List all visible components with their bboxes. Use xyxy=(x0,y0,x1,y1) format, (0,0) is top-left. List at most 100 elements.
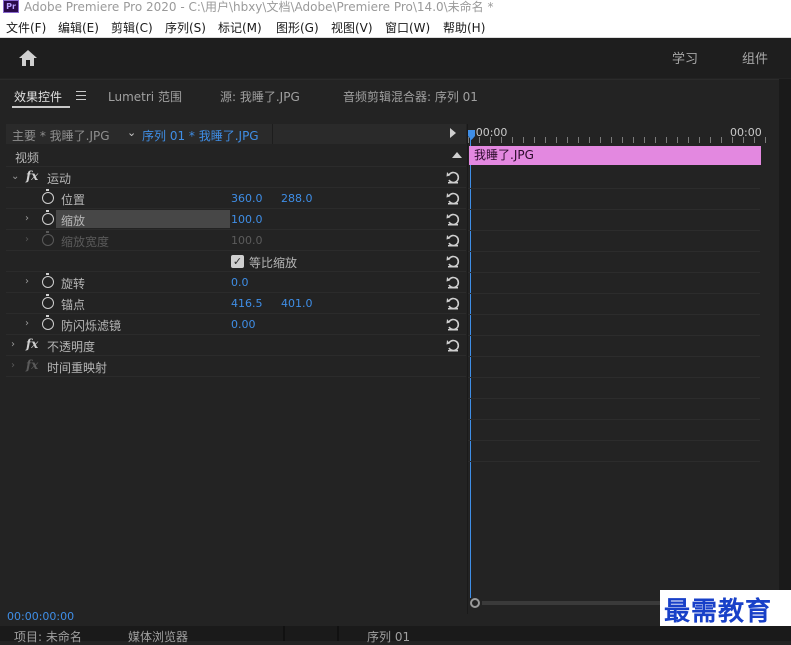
window-titlebar: Pr Adobe Premiere Pro 2020 - C:\用户\hbxy\… xyxy=(0,0,791,16)
panel-tab-bar: 效果控件 Lumetri 范围 源: 我睡了.JPG 音频剪辑混合器: 序列 0… xyxy=(0,80,779,120)
stopwatch-icon[interactable] xyxy=(42,294,54,309)
timeline-rows xyxy=(468,168,760,468)
property-scale: › 缩放 100.0 xyxy=(6,209,466,230)
home-icon[interactable] xyxy=(18,49,38,67)
chevron-down-icon[interactable]: ⌄ xyxy=(127,126,136,139)
menu-help[interactable]: 帮助(H) xyxy=(443,19,485,36)
reset-icon[interactable] xyxy=(446,233,460,247)
timeline-clip[interactable]: 我睡了.JPG xyxy=(469,146,761,165)
toggle-timeline-icon[interactable] xyxy=(450,128,456,138)
effect-timeline: :00:00 00:00 我睡了.JPG xyxy=(467,124,766,614)
menu-markers[interactable]: 标记(M) xyxy=(218,19,262,36)
stopwatch-icon[interactable] xyxy=(42,273,54,288)
uniform-scale-checkbox[interactable]: ✓ xyxy=(231,255,244,268)
property-scale-width: › 缩放宽度 100.0 xyxy=(6,230,466,251)
property-anti-flicker: › 防闪烁滤镜 0.00 xyxy=(6,314,466,335)
menu-view[interactable]: 视图(V) xyxy=(331,19,373,36)
property-uniform-scale: ✓ 等比缩放 xyxy=(6,251,466,272)
menu-file[interactable]: 文件(F) xyxy=(6,19,46,36)
effect-opacity[interactable]: › fx 不透明度 xyxy=(6,335,466,356)
effect-motion[interactable]: ⌄ fx 运动 xyxy=(6,167,466,188)
premiere-logo-icon: Pr xyxy=(3,0,19,13)
master-clip-label[interactable]: 主要 * 我睡了.JPG xyxy=(12,127,110,144)
tab-sequence[interactable]: 序列 01 xyxy=(367,628,410,645)
clip-selector-row: 主要 * 我睡了.JPG ⌄ 序列 01 * 我睡了.JPG xyxy=(6,124,466,144)
reset-icon[interactable] xyxy=(446,296,460,310)
motion-label: 运动 xyxy=(47,172,72,186)
current-timecode[interactable]: 00:00:00:00 xyxy=(7,610,74,623)
scroll-up-icon[interactable] xyxy=(452,152,462,158)
panel-menu-icon[interactable] xyxy=(76,91,86,100)
position-label: 位置 xyxy=(61,193,86,207)
expand-chevron-icon[interactable]: › xyxy=(11,360,15,371)
scale-width-label: 缩放宽度 xyxy=(61,235,110,249)
menu-clip[interactable]: 剪辑(C) xyxy=(111,19,153,36)
expand-chevron-icon[interactable]: › xyxy=(11,339,15,350)
menu-edit[interactable]: 编辑(E) xyxy=(58,19,99,36)
stopwatch-icon xyxy=(42,231,54,246)
anti-flicker-label: 防闪烁滤镜 xyxy=(61,319,122,333)
right-panel-gutter xyxy=(779,79,791,625)
workspace-assembly[interactable]: 组件 xyxy=(742,48,768,67)
expand-chevron-icon[interactable]: › xyxy=(25,318,29,329)
effect-controls-panel: 效果控件 Lumetri 范围 源: 我睡了.JPG 音频剪辑混合器: 序列 0… xyxy=(0,79,779,626)
sequence-clip-label[interactable]: 序列 01 * 我睡了.JPG xyxy=(142,127,259,144)
rotation-label: 旋转 xyxy=(61,277,86,291)
time-remap-label: 时间重映射 xyxy=(47,361,108,375)
window-title: Adobe Premiere Pro 2020 - C:\用户\hbxy\文档\… xyxy=(24,0,494,14)
stopwatch-icon[interactable] xyxy=(42,189,54,204)
fx-icon[interactable]: fx xyxy=(26,337,38,351)
stopwatch-icon[interactable] xyxy=(42,210,54,225)
opacity-label: 不透明度 xyxy=(47,340,96,354)
stopwatch-icon[interactable] xyxy=(42,315,54,330)
position-y-value[interactable]: 288.0 xyxy=(281,192,313,205)
time-ruler[interactable]: :00:00 00:00 xyxy=(468,124,766,144)
expand-chevron-icon[interactable]: ⌄ xyxy=(11,171,19,182)
menu-window[interactable]: 窗口(W) xyxy=(385,19,430,36)
anchor-y-value[interactable]: 401.0 xyxy=(281,297,313,310)
divider xyxy=(272,124,273,144)
tab-media-browser[interactable]: 媒体浏览器 xyxy=(128,628,188,645)
reset-icon[interactable] xyxy=(446,212,460,226)
workspace-bar: 学习 组件 xyxy=(0,38,791,78)
tab-project[interactable]: 项目: 未命名 xyxy=(14,628,82,645)
expand-chevron-icon: › xyxy=(25,234,29,245)
effect-time-remapping[interactable]: › fx 时间重映射 xyxy=(6,356,466,377)
reset-icon[interactable] xyxy=(446,338,460,352)
rotation-value[interactable]: 0.0 xyxy=(231,276,249,289)
tab-audio-clip-mixer[interactable]: 音频剪辑混合器: 序列 01 xyxy=(343,88,478,105)
property-position: 位置 360.0 288.0 xyxy=(6,188,466,209)
watermark-text: 最需教育 xyxy=(664,597,773,627)
divider xyxy=(337,626,339,641)
ruler-ticks xyxy=(468,137,766,143)
menu-sequence[interactable]: 序列(S) xyxy=(165,19,206,36)
property-anchor-point: 锚点 416.5 401.0 xyxy=(6,293,466,314)
reset-icon[interactable] xyxy=(446,191,460,205)
divider xyxy=(283,626,285,641)
reset-icon[interactable] xyxy=(446,275,460,289)
tab-source[interactable]: 源: 我睡了.JPG xyxy=(220,88,300,105)
reset-icon[interactable] xyxy=(446,254,460,268)
tab-effect-controls[interactable]: 效果控件 xyxy=(14,88,62,105)
fx-icon[interactable]: fx xyxy=(26,169,38,183)
active-tab-indicator xyxy=(12,106,70,108)
workspace-learn[interactable]: 学习 xyxy=(672,48,698,67)
scale-value[interactable]: 100.0 xyxy=(231,213,263,226)
scale-label: 缩放 xyxy=(61,214,86,228)
fx-icon: fx xyxy=(26,358,39,372)
property-rotation: › 旋转 0.0 xyxy=(6,272,466,293)
position-x-value[interactable]: 360.0 xyxy=(231,192,263,205)
anti-flicker-value[interactable]: 0.00 xyxy=(231,318,256,331)
expand-chevron-icon[interactable]: › xyxy=(25,213,29,224)
reset-icon[interactable] xyxy=(446,317,460,331)
bottom-panel-tabs: 项目: 未命名 媒体浏览器 序列 01 xyxy=(0,626,791,644)
menu-graphics[interactable]: 图形(G) xyxy=(276,19,319,36)
tab-lumetri-scopes[interactable]: Lumetri 范围 xyxy=(108,88,182,105)
reset-icon[interactable] xyxy=(446,170,460,184)
effects-list: 视频 ⌄ fx 运动 位置 360.0 288.0 › 缩放 100.0 › 缩… xyxy=(6,146,466,626)
scale-width-value: 100.0 xyxy=(231,234,263,247)
zoom-handle-icon[interactable] xyxy=(470,598,480,608)
anchor-x-value[interactable]: 416.5 xyxy=(231,297,263,310)
expand-chevron-icon[interactable]: › xyxy=(25,276,29,287)
menu-bar: 文件(F) 编辑(E) 剪辑(C) 序列(S) 标记(M) 图形(G) 视图(V… xyxy=(0,16,791,38)
